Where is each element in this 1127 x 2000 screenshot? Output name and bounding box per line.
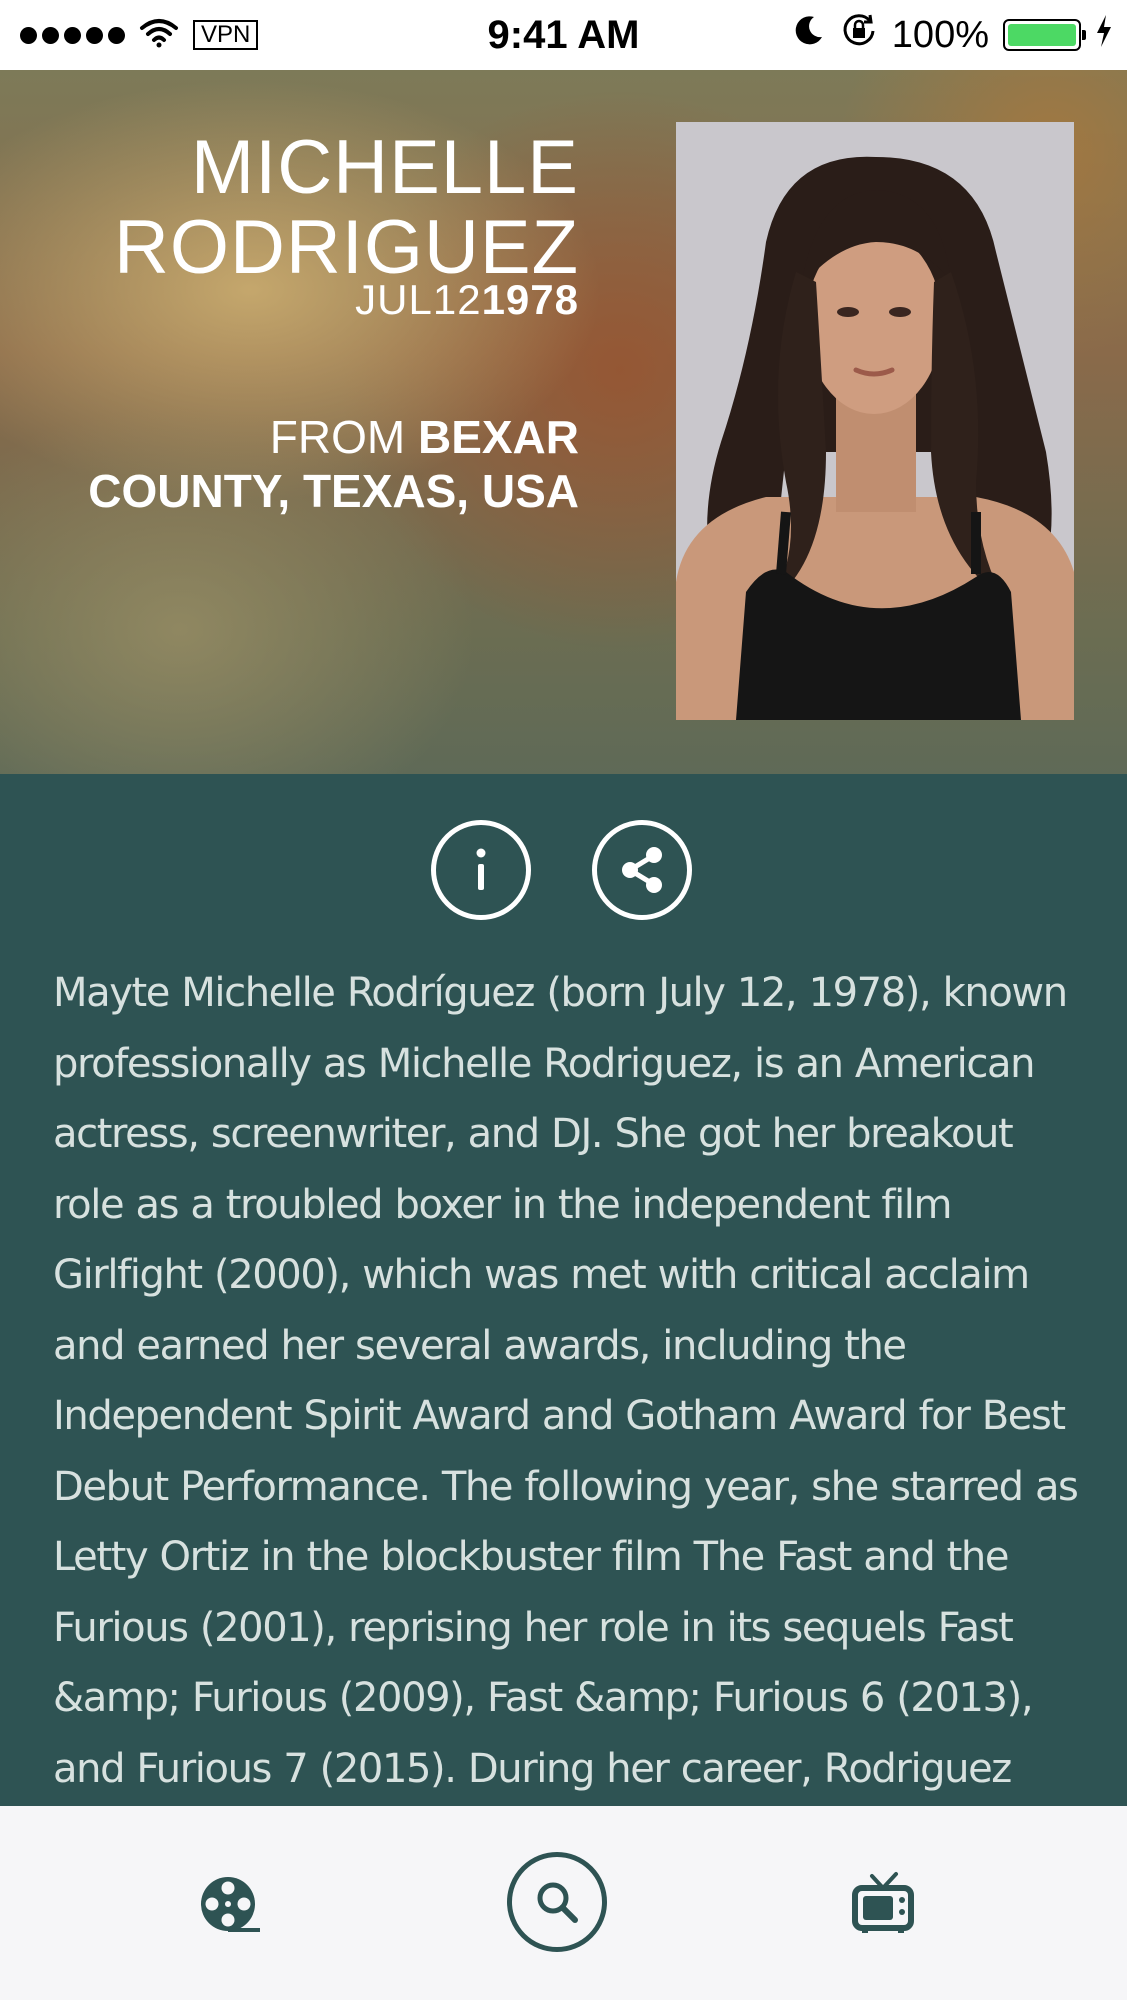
info-button[interactable] <box>431 820 531 920</box>
battery-percent: 100% <box>891 13 989 56</box>
birth-month: JUL <box>355 276 433 323</box>
battery-fill <box>1008 24 1076 46</box>
share-icon <box>622 847 662 893</box>
portrait-photo <box>676 122 1074 720</box>
tab-movies[interactable] <box>198 1872 262 1936</box>
from-place-line1: BEXAR <box>417 411 579 463</box>
from-label: FROM <box>269 411 406 463</box>
search-icon <box>537 1882 578 1923</box>
name-line1: MICHELLE <box>190 125 579 210</box>
charging-icon <box>1095 14 1113 57</box>
hero-section: MICHELLE RODRIGUEZ JUL121978 FROM BEXAR … <box>0 70 1127 774</box>
person-name: MICHELLE RODRIGUEZ <box>114 128 579 288</box>
action-buttons <box>0 820 1127 926</box>
birth-date: JUL121978 <box>355 276 579 324</box>
battery-icon <box>1003 19 1086 51</box>
share-button[interactable] <box>592 820 692 920</box>
tab-search[interactable] <box>507 1852 607 1952</box>
status-right: 100% <box>792 0 1113 70</box>
from-place-line2: COUNTY, TEXAS, USA <box>88 465 579 517</box>
rotation-lock-icon <box>840 11 878 59</box>
status-bar: VPN 9:41 AM 100% <box>0 0 1127 70</box>
info-icon <box>476 848 486 890</box>
bottom-tab-bar <box>0 1806 1127 2000</box>
moon-icon <box>792 13 826 57</box>
birthplace: FROM BEXAR COUNTY, TEXAS, USA <box>19 410 579 518</box>
biography-text: Mayte Michelle Rodríguez (born July 12, … <box>53 970 1078 1792</box>
birth-day: 12 <box>432 276 482 323</box>
tv-icon <box>852 1872 914 1933</box>
film-reel-icon <box>201 1877 260 1932</box>
birth-year: 1978 <box>481 276 579 323</box>
tab-tv[interactable] <box>850 1870 916 1936</box>
